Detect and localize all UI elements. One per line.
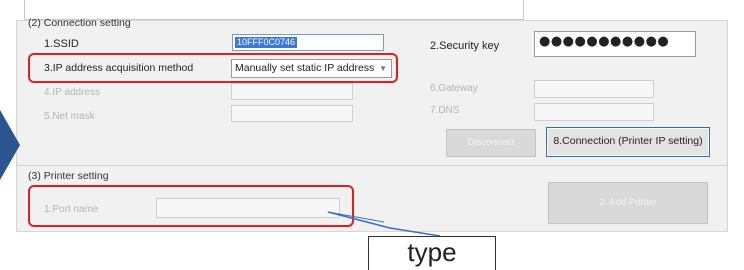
type-callout: type [368, 236, 496, 270]
callout-line-icon [327, 211, 441, 237]
